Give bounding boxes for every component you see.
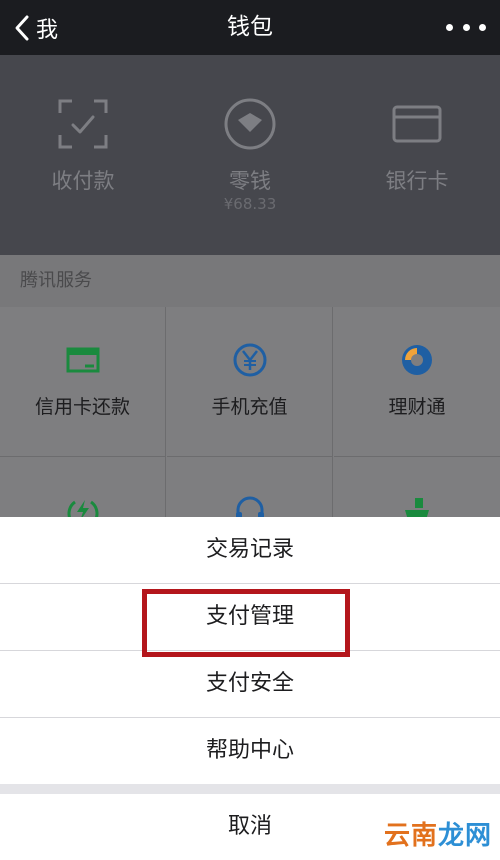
bank-card-icon [392,105,442,143]
service-label: 理财通 [388,396,446,418]
wallet-balance: ¥68.33 [223,195,277,213]
wallet-item-label: 银行卡 [385,169,449,193]
service-licaitong[interactable]: 理财通 [334,307,500,457]
nav-bar: 钱包 我 [0,0,500,55]
chevron-left-icon [15,15,29,40]
menu-item-payment-security[interactable]: 支付安全 [0,651,500,717]
section-title: 腾讯服务 [0,255,500,307]
service-grid: 信用卡还款 手机充值 理财通 [0,307,500,607]
menu-item-payment-management[interactable]: 支付管理 [0,584,500,650]
page-title: 钱包 [227,14,273,40]
action-sheet: 交易记录 支付管理 支付安全 帮助中心 取消 [0,517,500,860]
service-label: 手机充值 [211,396,288,418]
more-dot [446,24,453,31]
more-icon[interactable] [446,0,486,55]
back-label: 我 [36,17,59,43]
menu-item-help-center[interactable]: 帮助中心 [0,718,500,784]
service-credit-card[interactable]: 信用卡还款 [0,307,166,457]
wallet-item-pay[interactable]: 收付款 [0,55,166,255]
scan-pay-icon [58,99,108,149]
wallet-panel: 收付款 零钱 ¥68.33 银行卡 [0,55,500,255]
more-dot [462,24,470,31]
watermark-part-1: 云南 [383,821,438,851]
wallet-item-bank-card[interactable]: 银行卡 [334,55,500,255]
watermark-part-2: 龙网 [437,821,492,851]
service-phone-topup[interactable]: 手机充值 [167,307,333,457]
service-label: 信用卡还款 [34,396,130,418]
more-dot [479,24,486,31]
wallet-item-label: 零钱 [229,169,271,193]
wallet-item-label: 收付款 [51,169,115,193]
change-wallet-icon [224,98,276,150]
credit-card-icon [66,347,99,373]
watermark-logo: 云南龙网 [384,815,492,852]
wallet-item-change[interactable]: 零钱 ¥68.33 [167,55,333,255]
licaitong-icon [402,345,432,375]
back-button[interactable]: 我 [12,0,58,55]
yen-icon [233,343,266,377]
menu-item-transactions[interactable]: 交易记录 [0,517,500,583]
